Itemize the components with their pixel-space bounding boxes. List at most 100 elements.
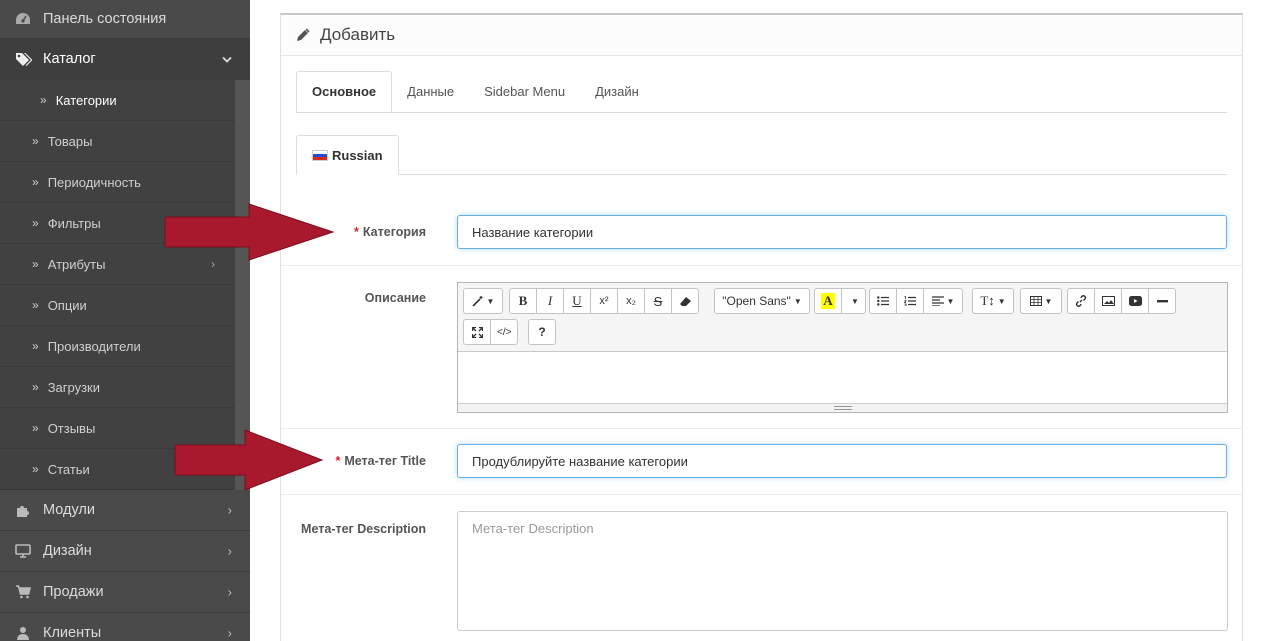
sidebar-item-downloads[interactable]: » Загрузки (0, 367, 235, 408)
help-button[interactable]: ? (528, 319, 556, 345)
magic-wand-icon (471, 296, 483, 307)
align-dropdown-button[interactable]: ▼ (923, 288, 963, 314)
video-button[interactable] (1121, 288, 1149, 314)
meta-title-label: * Мета-тег Title (335, 454, 426, 468)
meta-description-label: Мета-тег Description (301, 522, 426, 536)
meta-description-textarea[interactable] (457, 511, 1228, 631)
sidebar-item-products[interactable]: » Товары (0, 121, 235, 162)
bold-button[interactable]: B (509, 288, 537, 314)
image-icon (1101, 296, 1115, 306)
nav-design[interactable]: Дизайн › (0, 531, 250, 572)
tab-general[interactable]: Основное (296, 71, 393, 112)
nav-catalog-label: Каталог (43, 51, 96, 67)
puzzle-icon (14, 503, 32, 518)
required-marker: * (354, 225, 359, 239)
code-view-button[interactable]: </> (490, 319, 519, 345)
add-category-panel: Добавить Основное Данные Sidebar Menu Ди… (280, 13, 1243, 641)
link-icon (1075, 295, 1087, 307)
table-button[interactable]: ▼ (1020, 288, 1062, 314)
font-style-group: B I U x² x₂ S (509, 288, 699, 314)
tab-sidebar-menu[interactable]: Sidebar Menu (469, 71, 580, 112)
color-group: A ▼ (814, 288, 866, 314)
nav-dashboard[interactable]: Панель состояния (0, 0, 250, 39)
font-family-value: "Open Sans" (722, 294, 791, 308)
height-group: T↕ ▼ (972, 288, 1014, 314)
double-chevron-right-icon: » (40, 93, 47, 107)
cart-icon (14, 585, 32, 599)
sidebar-item-categories[interactable]: » Категории (0, 80, 235, 121)
caret-down-icon: ▼ (851, 296, 859, 306)
sidebar-item-label: Атрибуты (47, 256, 106, 272)
question-icon: ? (538, 325, 546, 339)
unordered-list-button[interactable] (869, 288, 897, 314)
sidebar-item-options[interactable]: » Опции (0, 285, 235, 326)
description-editable-area[interactable] (458, 352, 1227, 404)
nav-sales[interactable]: Продажи › (0, 572, 250, 613)
nav-clients[interactable]: Клиенты › (0, 613, 250, 641)
double-chevron-right-icon: » (32, 134, 39, 148)
form-row-meta-title: * Мета-тег Title (281, 429, 1242, 495)
dashboard-icon (14, 12, 32, 26)
tab-design[interactable]: Дизайн (580, 71, 654, 112)
font-family-group: "Open Sans" ▼ (714, 288, 810, 314)
subscript-button[interactable]: x₂ (617, 288, 645, 314)
meta-title-input[interactable] (457, 444, 1227, 478)
tab-language-russian[interactable]: Russian (296, 135, 399, 175)
eraser-icon (679, 296, 691, 306)
italic-button[interactable]: I (536, 288, 564, 314)
nav-modules-label: Модули (43, 502, 95, 518)
chevron-right-icon: › (227, 502, 232, 518)
sidebar-item-label: Отзывы (47, 420, 96, 436)
color-dropdown-button[interactable]: ▼ (841, 288, 866, 314)
image-button[interactable] (1094, 288, 1122, 314)
sidebar-item-manufacturers[interactable]: » Производители (0, 326, 235, 367)
double-chevron-right-icon: » (32, 298, 39, 312)
nav-sales-label: Продажи (43, 584, 104, 600)
ordered-list-button[interactable] (896, 288, 924, 314)
nav-clients-label: Клиенты (43, 625, 102, 641)
panel-title: Добавить (320, 25, 396, 44)
line-height-button[interactable]: T↕ ▼ (972, 288, 1014, 314)
sidebar-item-label: Загрузки (47, 379, 101, 395)
chevron-right-icon: › (227, 584, 232, 600)
fullscreen-button[interactable] (463, 319, 491, 345)
video-icon (1128, 296, 1142, 306)
form-row-category: * Категория (281, 201, 1242, 266)
tab-data[interactable]: Данные (392, 71, 469, 112)
nav-design-label: Дизайн (43, 543, 92, 559)
underline-button[interactable]: U (563, 288, 591, 314)
sidebar-item-label: Периодичность (47, 174, 141, 190)
magic-wand-style-button[interactable]: ▼ (463, 288, 503, 314)
nav-catalog[interactable]: Каталог (0, 39, 250, 80)
align-left-icon (931, 296, 944, 306)
nav-modules[interactable]: Модули › (0, 490, 250, 531)
double-chevron-right-icon: » (32, 216, 39, 230)
double-chevron-right-icon: » (32, 175, 39, 189)
language-tabs: Russian (296, 135, 1227, 175)
table-group: ▼ (1020, 288, 1062, 314)
form-row-meta-description: Мета-тег Description (281, 495, 1242, 641)
horizontal-rule-button[interactable] (1148, 288, 1176, 314)
chevron-right-icon: › (227, 543, 232, 559)
bold-icon: B (518, 293, 528, 308)
strikethrough-button[interactable]: S (644, 288, 672, 314)
editor-resize-handle[interactable] (458, 403, 1227, 412)
clear-format-button[interactable] (671, 288, 699, 314)
panel-heading: Добавить (281, 15, 1242, 56)
text-color-button[interactable]: A (814, 288, 842, 314)
user-icon (14, 626, 32, 640)
link-button[interactable] (1067, 288, 1095, 314)
superscript-button[interactable]: x² (590, 288, 618, 314)
double-chevron-right-icon: » (32, 257, 39, 271)
subscript-icon: x₂ (626, 295, 636, 307)
font-family-select[interactable]: "Open Sans" ▼ (714, 288, 810, 314)
category-name-input[interactable] (457, 215, 1227, 249)
category-label-text: Категория (362, 225, 426, 239)
chevron-down-icon (222, 52, 232, 67)
sidebar-item-periodicity[interactable]: » Периодичность (0, 162, 235, 203)
editor-toolbar: ▼ B I U x² x₂ S "Open Sans" ▼ A ▼ ▼ T↕ ▼… (458, 283, 1227, 352)
description-editor: ▼ B I U x² x₂ S "Open Sans" ▼ A ▼ ▼ T↕ ▼… (457, 282, 1228, 413)
double-chevron-right-icon: » (32, 339, 39, 353)
main-tabs: Основное Данные Sidebar Menu Дизайн (296, 71, 1227, 113)
underline-icon: U (572, 293, 582, 308)
